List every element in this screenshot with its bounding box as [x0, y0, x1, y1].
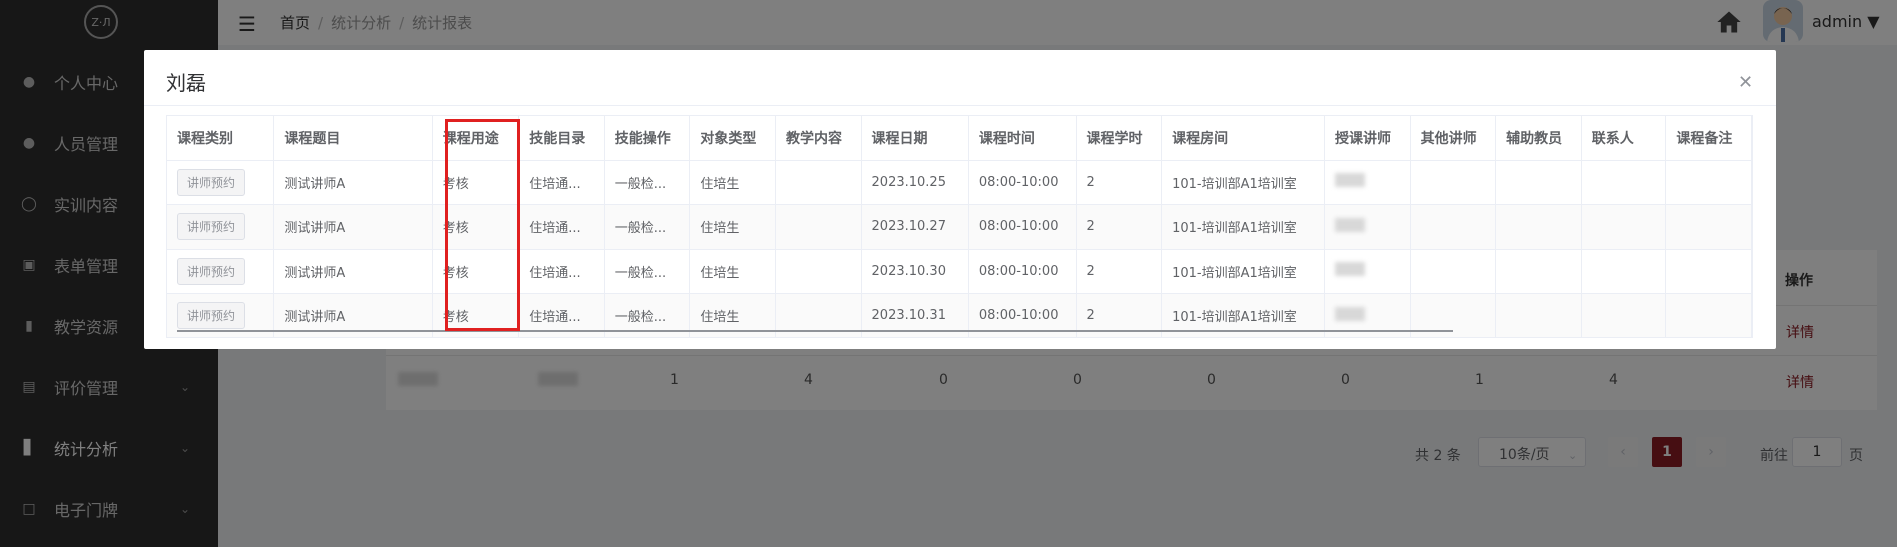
column-header: 课程学时: [1076, 116, 1163, 161]
table-cell: 08:00-10:00: [968, 204, 1077, 250]
column-header: 辅助教员: [1495, 116, 1582, 161]
table-row: 讲师预约 测试讲师A 考核 住培通... 一般检... 住培生 2023.10.30 08:0…: [167, 249, 1752, 294]
dialog-divider: [144, 105, 1776, 106]
column-header: 课程题目: [273, 116, 433, 161]
column-header: 联系人: [1581, 116, 1667, 161]
table-cell: [1324, 204, 1411, 250]
blurred-instructor-name: [1335, 306, 1366, 321]
table-cell: 一般检...: [604, 160, 691, 205]
table-cell: 2: [1076, 249, 1163, 294]
table-cell: 101-培训部A1培训室: [1161, 204, 1326, 250]
table-cell: 08:00-10:00: [968, 249, 1077, 294]
table-header-row: 课程类别 课程题目 课程用途 技能目录 技能操作 对象类型 教学内容 课程日期 …: [167, 116, 1752, 161]
table-cell: 101-培训部A1培训室: [1161, 160, 1326, 205]
table-cell: [1665, 160, 1752, 205]
table-cell: 测试讲师A: [273, 160, 433, 205]
column-header: 技能目录: [518, 116, 605, 161]
table-cell: [1665, 249, 1752, 294]
booking-type-button[interactable]: 讲师预约: [177, 168, 246, 196]
table-cell: [1410, 204, 1497, 250]
table-cell: 住培生: [689, 160, 776, 205]
table-cell: 住培通...: [518, 160, 605, 205]
table-cell: [1495, 249, 1582, 294]
table-cell: 讲师预约: [167, 204, 275, 250]
highlight-annotation-box: [445, 119, 520, 331]
column-header: 课程房间: [1161, 116, 1326, 161]
table-cell: [1581, 160, 1667, 205]
table-cell: [1581, 293, 1667, 337]
table-cell: [775, 249, 862, 294]
column-header: 其他讲师: [1410, 116, 1497, 161]
table-cell: 住培通...: [518, 204, 605, 250]
table-cell: [1495, 204, 1582, 250]
column-header: 课程备注: [1665, 116, 1752, 161]
column-header: 授课讲师: [1324, 116, 1411, 161]
table-cell: [1324, 249, 1411, 294]
table-cell: 住培生: [689, 204, 776, 250]
table-cell: [775, 204, 862, 250]
horizontal-scrollbar[interactable]: [177, 330, 1453, 332]
table-cell: 讲师预约: [167, 249, 275, 294]
table-cell: [1581, 249, 1667, 294]
table-cell: 测试讲师A: [273, 204, 433, 250]
table-cell: [1665, 293, 1752, 337]
table-cell: 测试讲师A: [273, 249, 433, 294]
table-cell: 2023.10.27: [861, 204, 969, 250]
column-header: 对象类型: [689, 116, 776, 161]
table-row: 讲师预约 测试讲师A 考核 住培通... 一般检... 住培生 2023.10.25 08:0…: [167, 160, 1752, 205]
table-cell: 讲师预约: [167, 160, 275, 205]
booking-type-button[interactable]: 讲师预约: [177, 302, 246, 330]
table-cell: 住培通...: [518, 249, 605, 294]
column-header: 教学内容: [775, 116, 862, 161]
blurred-instructor-name: [1335, 173, 1366, 188]
course-table[interactable]: 课程类别 课程题目 课程用途 技能目录 技能操作 对象类型 教学内容 课程日期 …: [166, 115, 1753, 338]
table-cell: [1495, 160, 1582, 205]
table-cell: [1410, 160, 1497, 205]
table-cell: 2023.10.25: [861, 160, 969, 205]
table-cell: 2: [1076, 160, 1163, 205]
table-cell: [1410, 249, 1497, 294]
table-cell: [1324, 160, 1411, 205]
table-cell: 101-培训部A1培训室: [1161, 249, 1326, 294]
table-cell: 住培生: [689, 249, 776, 294]
blurred-instructor-name: [1335, 217, 1366, 232]
detail-dialog: 刘磊 ✕ 课程类别 课程题目 课程用途 技能目录 技能操作 对象类型 教学内容 …: [144, 50, 1776, 349]
table-cell: [1665, 204, 1752, 250]
table-cell: [1581, 204, 1667, 250]
column-header: 技能操作: [604, 116, 691, 161]
table-cell: 一般检...: [604, 204, 691, 250]
table-row: 讲师预约 测试讲师A 考核 住培通... 一般检... 住培生 2023.10.27 08:0…: [167, 204, 1752, 250]
close-icon[interactable]: ✕: [1738, 72, 1753, 93]
table-cell: 2: [1076, 204, 1163, 250]
column-header: 课程时间: [968, 116, 1077, 161]
table-cell: 2023.10.30: [861, 249, 969, 294]
booking-type-button[interactable]: 讲师预约: [177, 213, 246, 241]
table-cell: 一般检...: [604, 249, 691, 294]
column-header: 课程类别: [167, 116, 275, 161]
blurred-instructor-name: [1335, 262, 1366, 277]
booking-type-button[interactable]: 讲师预约: [177, 257, 246, 285]
table-cell: [1495, 293, 1582, 337]
dialog-title: 刘磊: [166, 71, 206, 95]
table-cell: [775, 160, 862, 205]
table-cell: 08:00-10:00: [968, 160, 1077, 205]
column-header: 课程日期: [861, 116, 969, 161]
